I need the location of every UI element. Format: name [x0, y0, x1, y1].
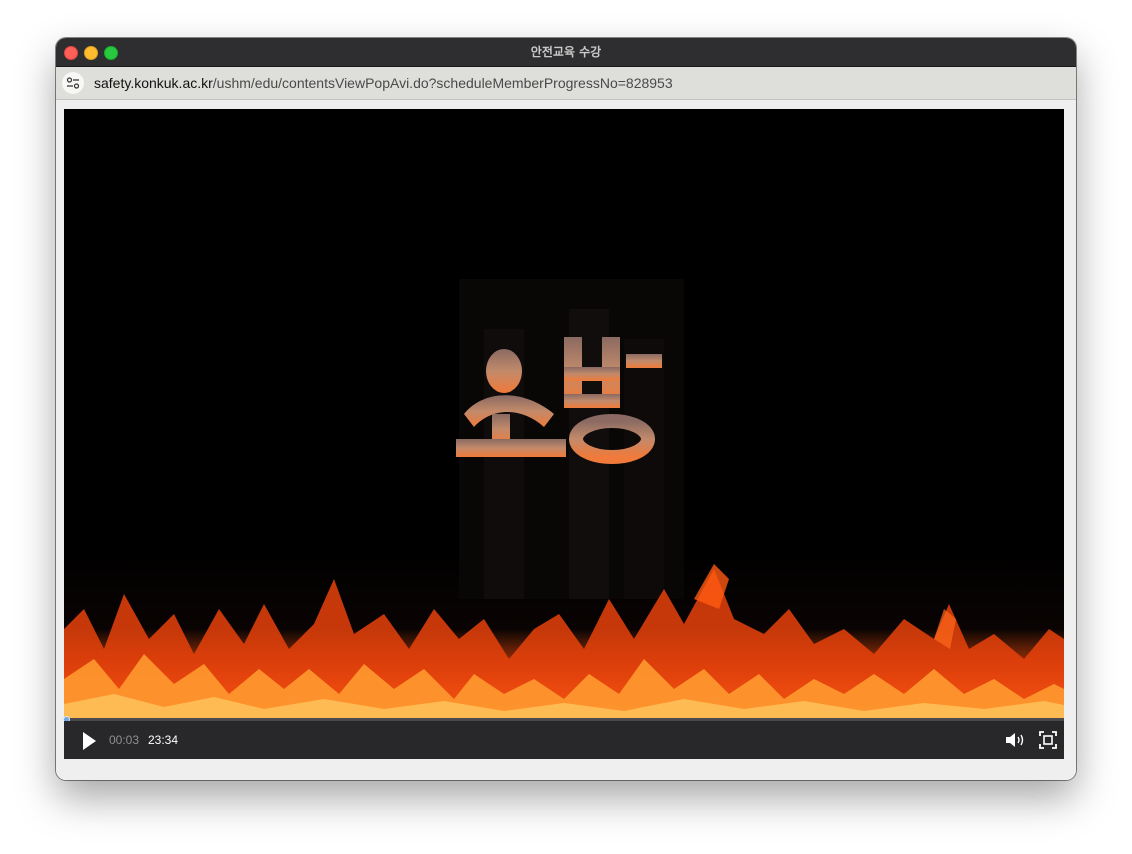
- fullscreen-icon: [1039, 731, 1057, 749]
- site-settings-button[interactable]: [62, 72, 84, 94]
- video-frame[interactable]: [64, 109, 1064, 719]
- play-icon: [83, 732, 96, 750]
- page-content: 00:03 23:34: [56, 100, 1076, 780]
- volume-button[interactable]: [1004, 730, 1028, 750]
- url-path: /ushm/edu/contentsViewPopAvi.do?schedule…: [212, 75, 673, 91]
- fullscreen-button[interactable]: [1038, 730, 1058, 750]
- title-bar: 안전교육 수강: [56, 38, 1076, 67]
- player-controls: 00:03 23:34: [64, 721, 1064, 759]
- duration-time: 23:34: [148, 733, 179, 747]
- current-time: 00:03: [109, 733, 140, 747]
- site-settings-icon: [66, 77, 80, 89]
- url-text[interactable]: safety.konkuk.ac.kr/ushm/edu/contentsVie…: [94, 67, 673, 99]
- video-player[interactable]: 00:03 23:34: [63, 109, 1064, 759]
- browser-window: 안전교육 수강 safety.konkuk.ac.kr/ushm/edu/con…: [56, 38, 1076, 780]
- url-domain: safety.konkuk.ac.kr: [94, 75, 213, 91]
- address-bar: safety.konkuk.ac.kr/ushm/edu/contentsVie…: [56, 67, 1076, 100]
- play-button[interactable]: [78, 730, 100, 752]
- window-title: 안전교육 수강: [530, 45, 602, 59]
- volume-icon: [1006, 733, 1024, 747]
